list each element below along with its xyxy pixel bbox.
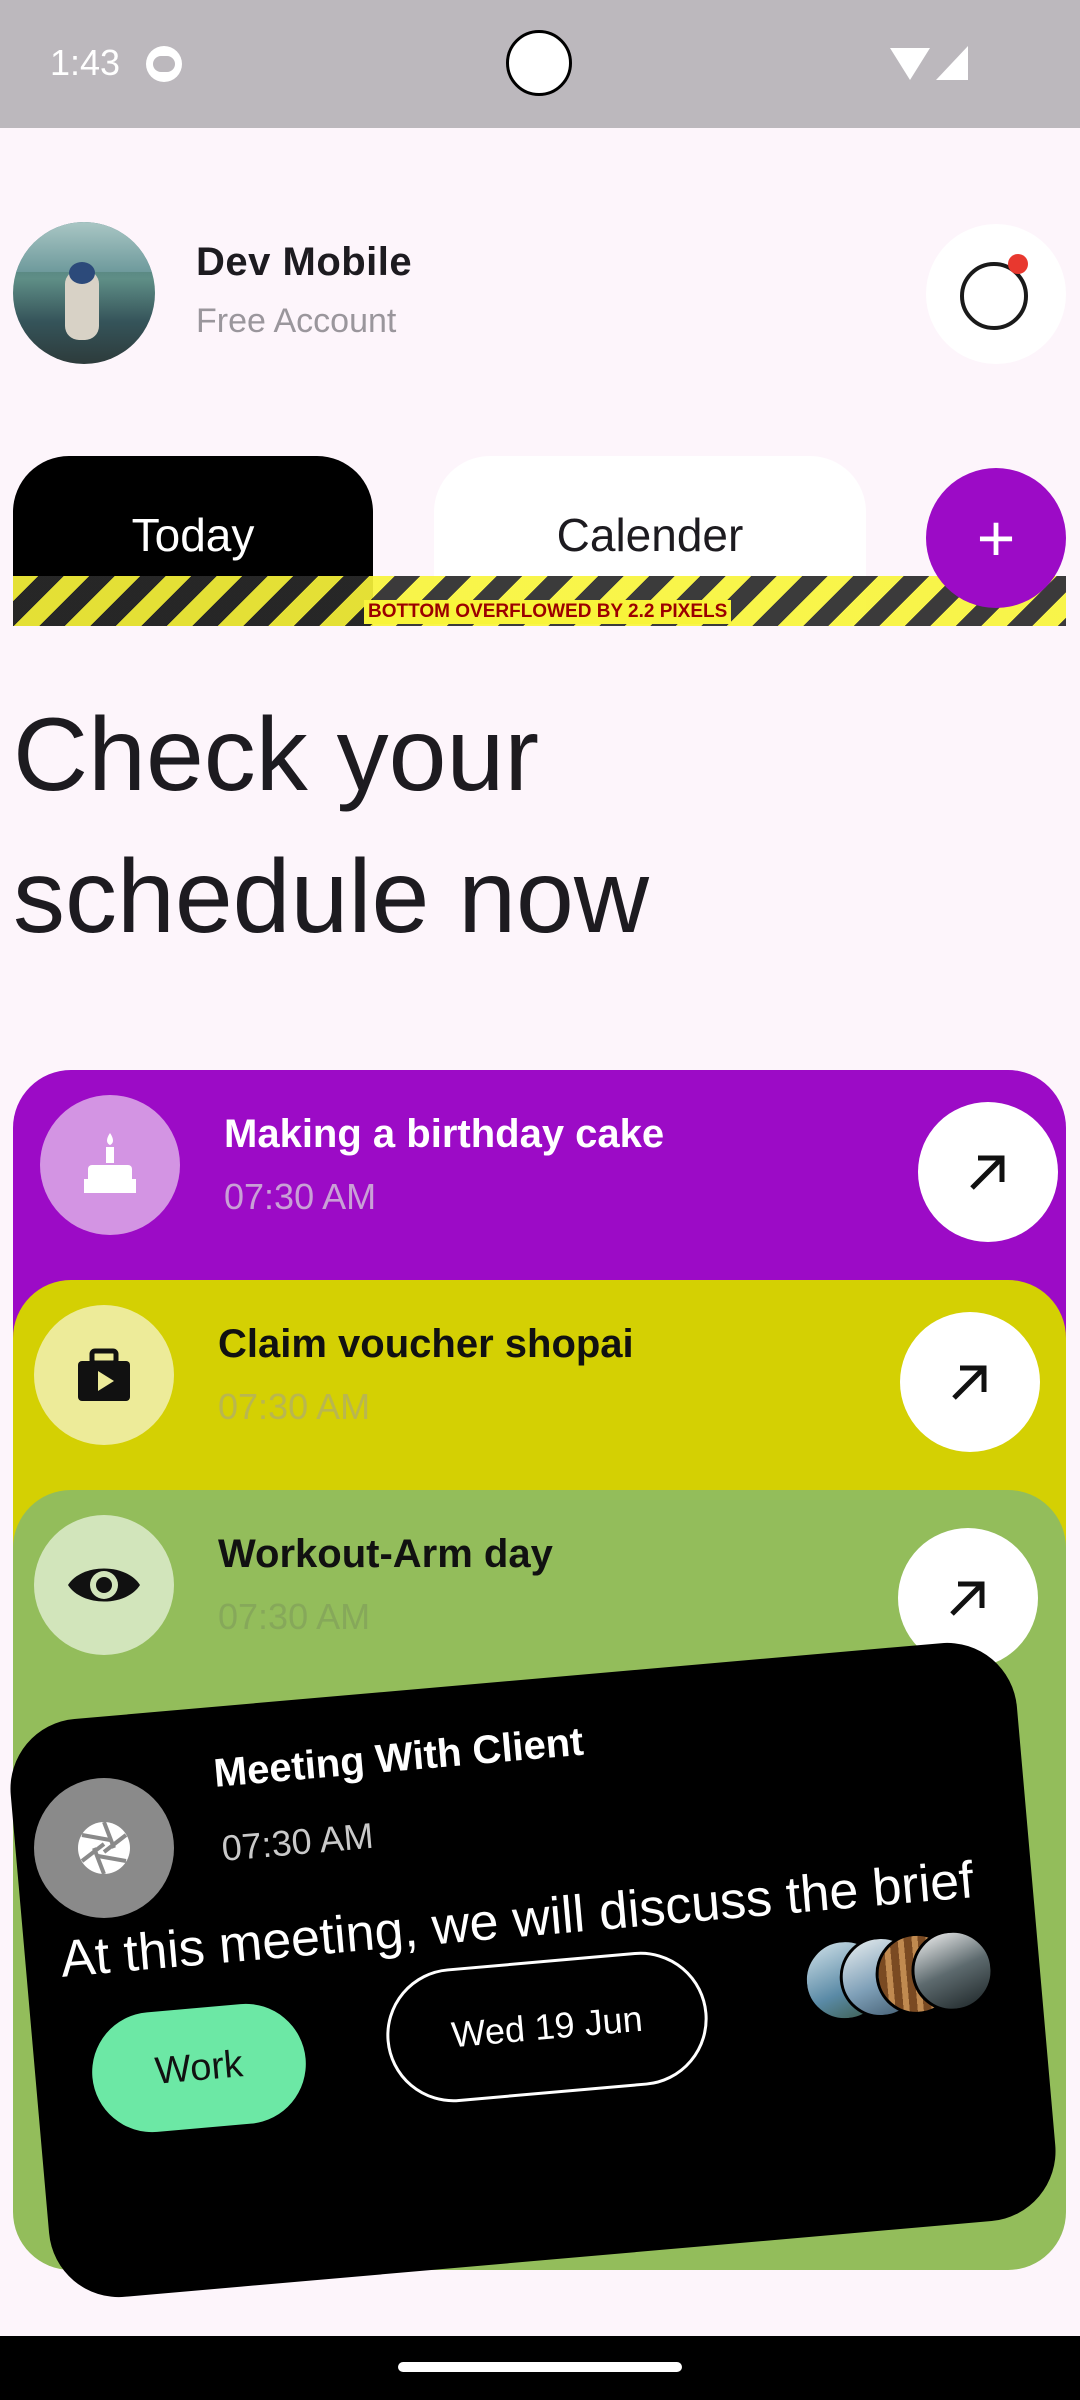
briefcase-icon <box>34 1305 174 1445</box>
task-title: Making a birthday cake <box>224 1112 665 1156</box>
participant-avatars <box>800 1925 1007 2032</box>
arrow-up-right-icon <box>970 1155 1005 1190</box>
arrow-up-right-icon <box>950 1581 985 1616</box>
open-task-button[interactable] <box>918 1102 1058 1242</box>
cake-icon <box>40 1095 180 1235</box>
aperture-icon <box>34 1778 174 1918</box>
overflow-warning-text: BOTTOM OVERFLOWED BY 2.2 PIXELS <box>364 600 732 624</box>
add-task-button[interactable]: + <box>926 468 1066 608</box>
camera-cutout <box>506 30 572 96</box>
task-time: 07:30 AM <box>224 1176 377 1217</box>
tab-calender-label: Calender <box>556 509 744 561</box>
account-type: Free Account <box>196 302 397 340</box>
home-gesture-handle[interactable] <box>398 2362 682 2372</box>
eye-icon <box>34 1515 174 1655</box>
avatar[interactable] <box>13 222 155 364</box>
open-task-button[interactable] <box>900 1312 1040 1452</box>
task-time: 07:30 AM <box>218 1386 371 1427</box>
arrow-up-right-icon <box>952 1365 987 1400</box>
user-name: Dev Mobile <box>196 240 413 284</box>
page-title: Check your schedule now <box>13 697 649 955</box>
task-time: 07:30 AM <box>218 1596 371 1637</box>
notification-app-icon <box>146 46 182 82</box>
wifi-icon <box>890 48 930 80</box>
status-time: 1:43 <box>50 42 121 83</box>
notification-badge <box>1008 254 1028 274</box>
task-title: Claim voucher shopai <box>218 1322 634 1366</box>
task-title: Workout-Arm day <box>218 1532 553 1576</box>
signal-icon <box>936 46 968 80</box>
tab-today-label: Today <box>131 509 255 561</box>
